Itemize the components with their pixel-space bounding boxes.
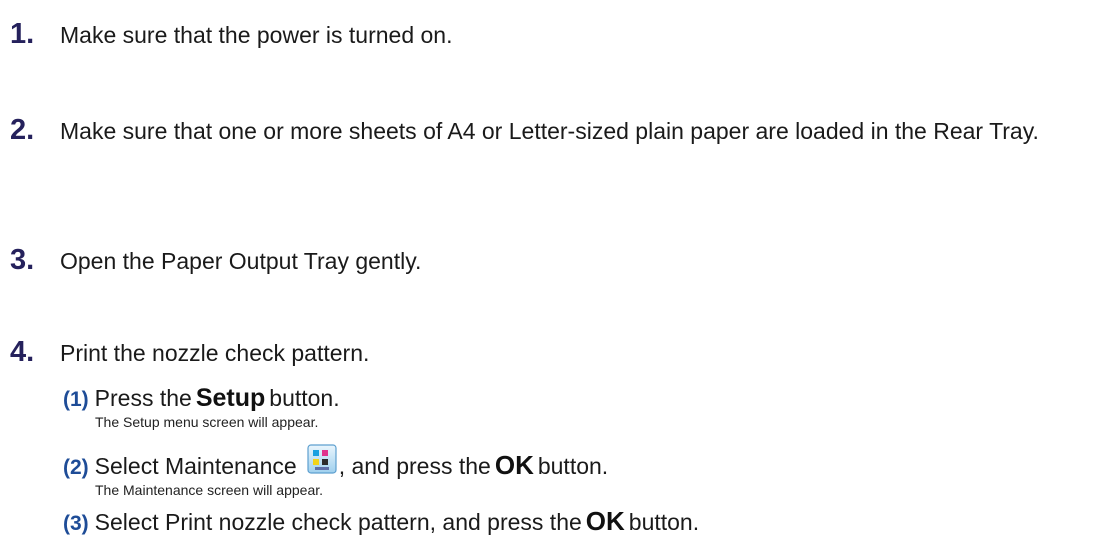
substep-text: Press the [94, 385, 192, 411]
substep-text-mid: , and press the [338, 453, 491, 479]
step-text: Open the Paper Output Tray gently. [60, 248, 422, 274]
substep-line: (2) Select Maintenance , and press the O… [63, 444, 608, 481]
substep-text-after: button. [537, 453, 609, 479]
substep-note: The Setup menu screen will appear. [95, 414, 319, 430]
ok-button-label: OK [585, 506, 625, 536]
step-text: Make sure that the power is turned on. [60, 22, 453, 48]
substep-line: (1) Press the Setup button. [63, 384, 340, 413]
substep-note: The Maintenance screen will appear. [95, 482, 324, 498]
step-number: 2. [10, 114, 35, 146]
substep-2: (2) Select Maintenance , and press the O… [63, 444, 608, 498]
maintenance-icon [307, 444, 337, 474]
step-2: 2. Make sure that one or more sheets of … [10, 114, 1100, 147]
step-number: 1. [10, 18, 35, 50]
substep-text: Select Print nozzle check pattern, and p… [94, 509, 582, 535]
substep-text-after: button. [269, 385, 340, 411]
substep-number: (2) [63, 456, 89, 479]
step-number: 3. [10, 244, 35, 276]
substep-text-after: button. [628, 509, 700, 535]
ok-button-label: OK [494, 450, 534, 480]
step-4: 4. Print the nozzle check pattern. [10, 336, 369, 369]
substep-line: (3) Select Print nozzle check pattern, a… [63, 506, 699, 537]
step-number: 4. [10, 336, 35, 368]
step-text: Print the nozzle check pattern. [60, 340, 370, 366]
substep-text: Select Maintenance [94, 453, 297, 479]
substep-1: (1) Press the Setup button. The Setup me… [63, 384, 340, 430]
step-3: 3. Open the Paper Output Tray gently. [10, 244, 421, 277]
substep-number: (3) [63, 512, 89, 535]
substep-3: (3) Select Print nozzle check pattern, a… [63, 506, 699, 537]
step-1: 1. Make sure that the power is turned on… [10, 18, 453, 51]
setup-button-label: Setup [195, 384, 266, 412]
step-text: Make sure that one or more sheets of A4 … [60, 118, 1039, 144]
substep-number: (1) [63, 388, 89, 411]
